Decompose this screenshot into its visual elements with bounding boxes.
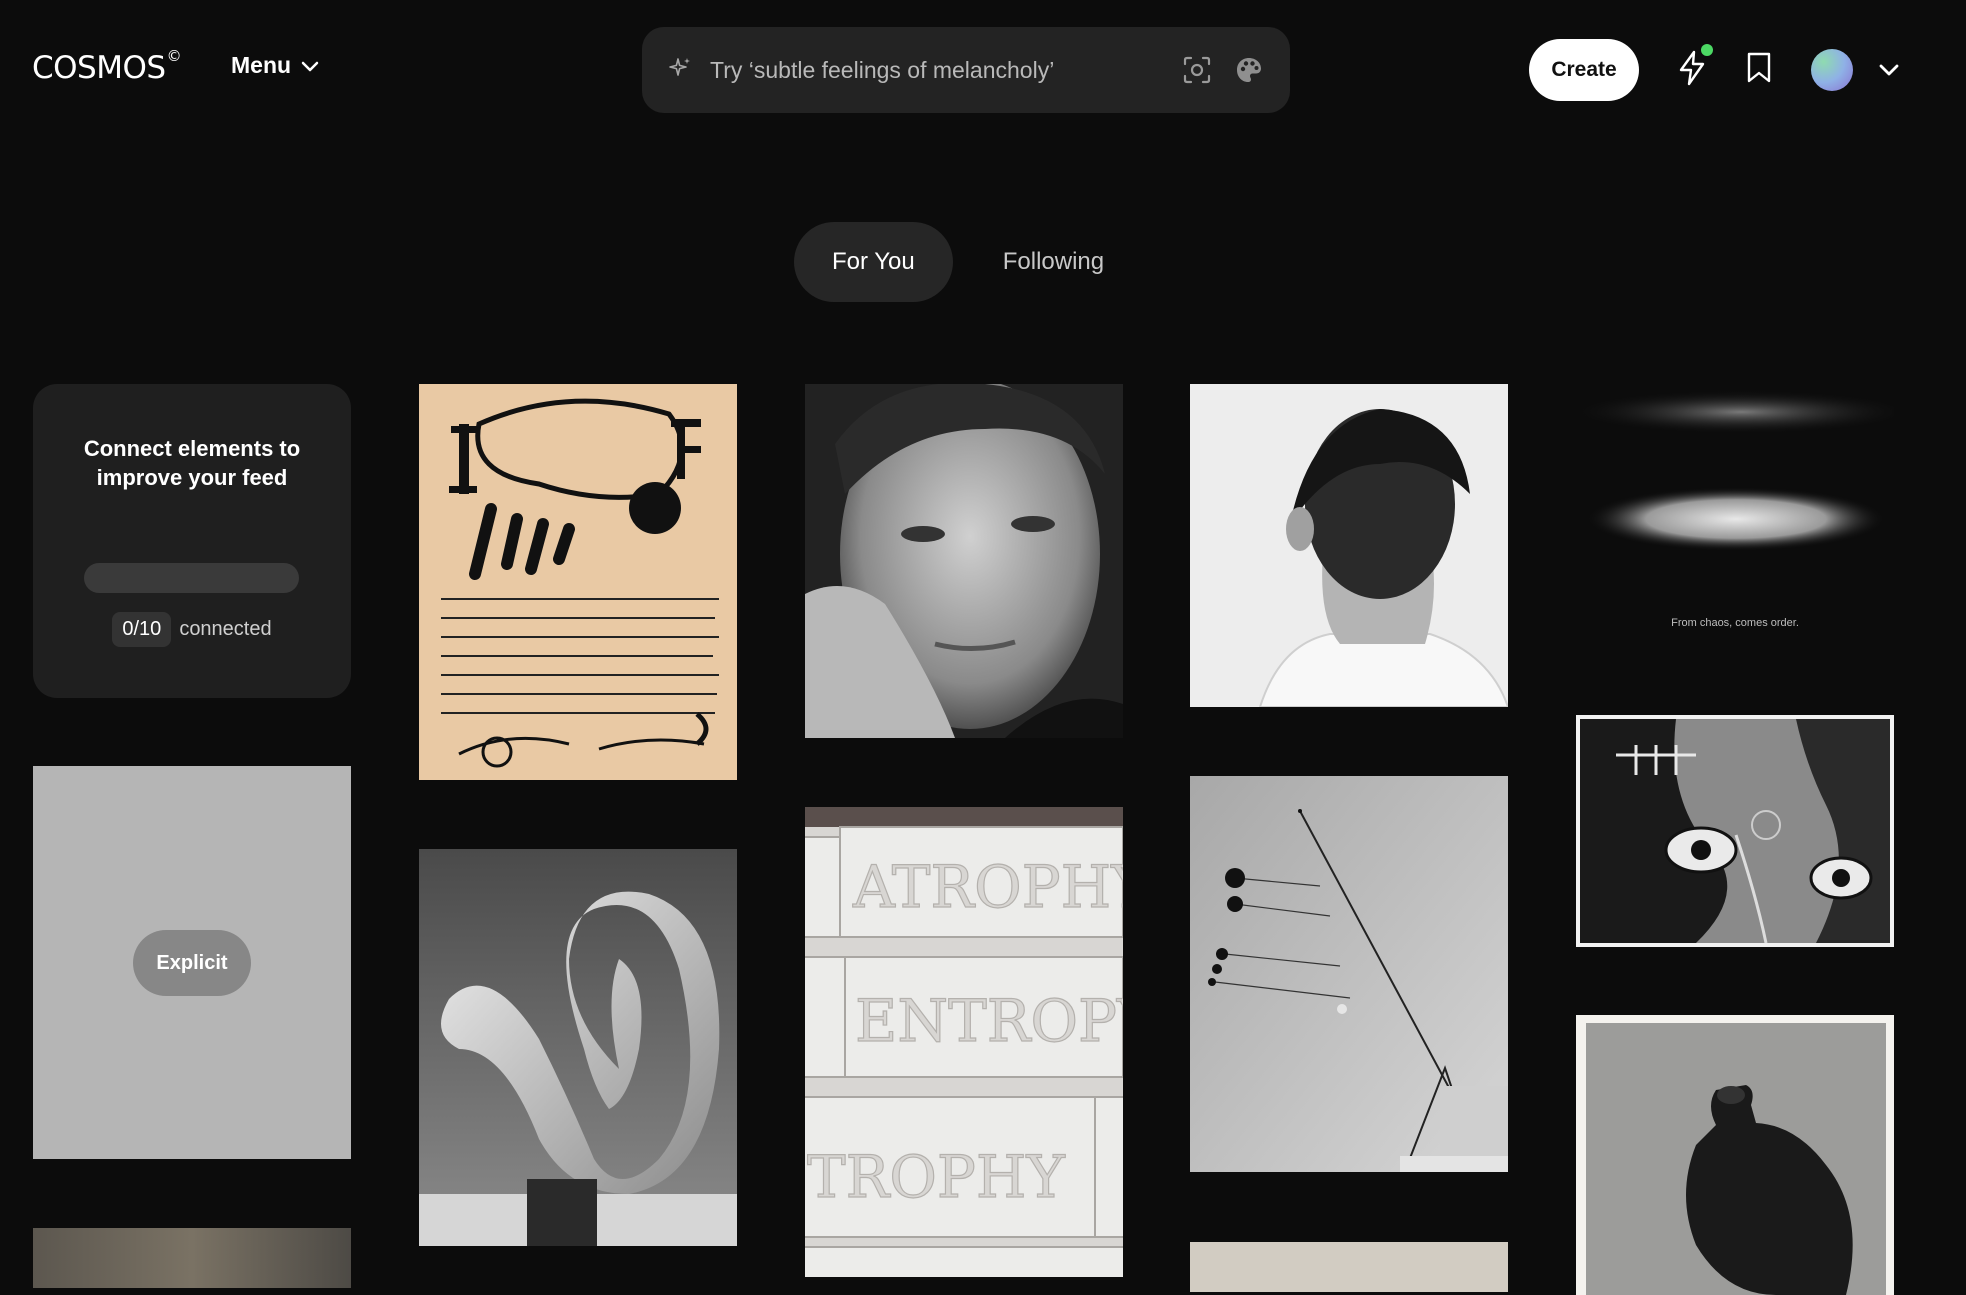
image-caption: From chaos, comes order. — [1671, 617, 1799, 629]
image-tile-abstract-sculpture[interactable] — [419, 849, 737, 1246]
sparkle-icon — [668, 56, 692, 85]
image-tile-man-from-behind[interactable] — [1190, 384, 1508, 707]
svg-text:ATROPHY: ATROPHY — [852, 853, 1123, 921]
avatar[interactable] — [1811, 49, 1853, 91]
create-button[interactable]: Create — [1529, 39, 1639, 101]
tab-for-you[interactable]: For You — [794, 222, 953, 302]
image-tile-sketch-faces[interactable] — [1576, 715, 1894, 947]
logo-text: COSMOS — [32, 50, 166, 86]
notification-dot — [1701, 44, 1713, 56]
search-bar[interactable] — [642, 27, 1290, 113]
bookmark-icon[interactable] — [1746, 52, 1772, 84]
svg-text:ENTROPY: ENTROPY — [855, 987, 1123, 1055]
connect-elements-card[interactable]: Connect elements to improve your feed 0/… — [33, 384, 351, 698]
image-tile-mobile-sculpture[interactable] — [1190, 776, 1508, 1172]
connect-count: 0/10 — [112, 612, 172, 647]
menu-label: Menu — [231, 52, 292, 78]
image-tile-plaster-blocks[interactable]: ATROPHY ENTROPY TROPHY — [805, 807, 1123, 1277]
connect-status-label: connected — [179, 618, 272, 640]
logo[interactable]: COSMOS© — [32, 46, 182, 86]
explicit-content-tile[interactable]: Explicit — [33, 766, 351, 1159]
logo-mark: © — [166, 46, 182, 65]
image-tile-light-streak[interactable]: From chaos, comes order. — [1576, 384, 1894, 647]
svg-text:TROPHY: TROPHY — [807, 1143, 1066, 1211]
image-tile-miro-print[interactable] — [419, 384, 737, 780]
connect-card-title: Connect elements to improve your feed — [83, 436, 301, 490]
chevron-down-icon — [301, 52, 319, 79]
tab-following[interactable]: Following — [965, 222, 1142, 302]
image-tile-dark-vase[interactable] — [1576, 1015, 1894, 1295]
connect-progress-bar — [84, 563, 299, 593]
feed-tabs: For You Following — [794, 222, 1142, 302]
image-tile-partial[interactable] — [33, 1228, 351, 1288]
menu-button[interactable]: Menu — [231, 52, 319, 79]
connect-status: 0/10 connected — [33, 612, 351, 647]
search-input[interactable] — [708, 55, 1160, 85]
visual-search-icon[interactable] — [1182, 55, 1212, 85]
explicit-button[interactable]: Explicit — [133, 930, 251, 996]
image-tile-portrait[interactable] — [805, 384, 1123, 738]
bolt-icon[interactable] — [1677, 44, 1713, 86]
image-tile-partial-2[interactable] — [1190, 1242, 1508, 1292]
palette-icon[interactable] — [1234, 55, 1264, 85]
account-chevron-down-icon[interactable] — [1879, 64, 1899, 77]
